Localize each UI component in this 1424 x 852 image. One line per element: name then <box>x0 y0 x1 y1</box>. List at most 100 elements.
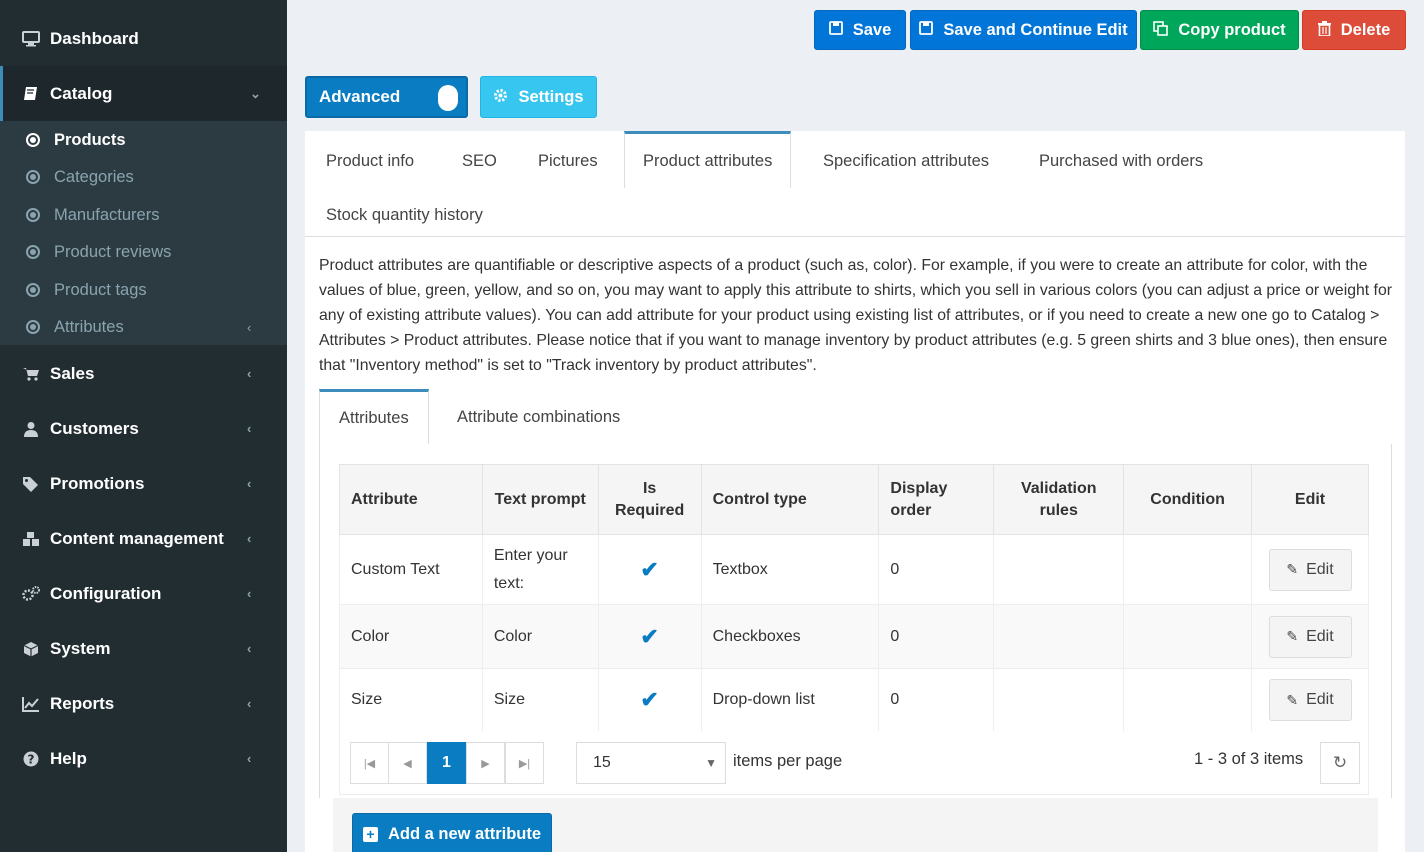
cell-text-prompt: Color <box>481 604 599 669</box>
sidebar-item-label: Reports <box>50 693 115 713</box>
sidebar-item-label: Configuration <box>50 583 162 603</box>
col-attribute[interactable]: Attribute <box>339 464 483 535</box>
cell-control-type: Checkboxes <box>700 604 880 669</box>
cubes-icon <box>21 529 41 549</box>
sidebar-item-reports[interactable]: Reports ‹ <box>0 676 287 731</box>
sidebar-item-customers[interactable]: Customers ‹ <box>0 401 287 456</box>
plus-square-icon: + <box>362 826 378 842</box>
edit-button[interactable]: ✎ Edit <box>1268 679 1352 721</box>
header-line: Display <box>890 479 948 497</box>
circle-icon <box>26 320 40 334</box>
sidebar-item-label: Categories <box>54 167 134 186</box>
sidebar-item-categories[interactable]: Categories <box>0 159 287 195</box>
circle-icon <box>26 133 40 147</box>
tab-product-info[interactable]: Product info <box>326 134 414 189</box>
checkmark-icon: ✔ <box>640 556 659 582</box>
cell-is-required: ✔ <box>597 604 702 669</box>
page-size-value: 15 <box>593 754 611 771</box>
next-page-icon[interactable]: ▶ <box>466 742 505 784</box>
trash-icon <box>1317 20 1331 40</box>
tab-label: Product info <box>326 152 415 170</box>
sidebar-item-help[interactable]: ? Help ‹ <box>0 731 287 786</box>
page-button-1[interactable]: 1 <box>427 742 466 784</box>
items-per-page-label: items per page <box>733 752 843 770</box>
tab-attribute-combinations[interactable]: Attribute combinations <box>457 389 620 445</box>
settings-button[interactable]: Settings <box>480 76 597 118</box>
chevron-left-icon: ‹ <box>247 586 252 601</box>
sidebar-item-dashboard[interactable]: Dashboard <box>0 11 287 66</box>
chevron-left-icon: ‹ <box>247 421 252 436</box>
circle-icon <box>26 283 40 297</box>
col-validation-rules[interactable]: Validation rules <box>993 464 1125 535</box>
save-continue-button[interactable]: Save and Continue Edit <box>910 10 1137 50</box>
sidebar-item-attributes[interactable]: Attributes ‹ <box>0 309 287 345</box>
edit-label: Edit <box>1306 691 1334 708</box>
col-condition[interactable]: Condition <box>1123 464 1253 535</box>
cell-display-order: 0 <box>878 534 995 605</box>
sidebar-item-products[interactable]: Products <box>0 122 287 158</box>
tab-attributes[interactable]: Attributes <box>319 389 429 446</box>
last-page-icon[interactable]: ▶| <box>505 742 544 784</box>
header-line: rules <box>1039 501 1078 519</box>
table-row: Custom Text Enter your text: ✔ Textbox 0 … <box>339 534 1369 605</box>
sidebar-item-product-reviews[interactable]: Product reviews <box>0 234 287 270</box>
tab-stock-quantity-history[interactable]: Stock quantity history <box>326 188 483 243</box>
col-display-order[interactable]: Display order <box>878 464 995 535</box>
table-row: Size Size ✔ Drop-down list 0 ✎ Edit <box>339 668 1369 732</box>
first-page-icon[interactable]: |◀ <box>350 742 389 784</box>
prev-page-icon[interactable]: ◀ <box>388 742 427 784</box>
catalog-submenu: Products Categories Manufacturers Produc… <box>0 121 287 345</box>
add-attribute-label: Add a new attribute <box>387 824 542 843</box>
sidebar: Dashboard Catalog ⌄ Products Categories … <box>0 0 287 852</box>
sidebar-item-catalog[interactable]: Catalog ⌄ <box>0 66 287 121</box>
col-is-required[interactable]: Is Required <box>597 464 702 535</box>
refresh-icon[interactable]: ↻ <box>1320 742 1360 784</box>
add-attribute-button[interactable]: + Add a new attribute <box>352 813 552 852</box>
col-text-prompt[interactable]: Text prompt <box>481 464 599 535</box>
settings-label: Settings <box>518 87 584 106</box>
col-control-type[interactable]: Control type <box>700 464 880 535</box>
checkmark-icon: ✔ <box>640 623 659 649</box>
save-button[interactable]: Save <box>814 10 906 50</box>
edit-button[interactable]: ✎ Edit <box>1268 615 1352 658</box>
tab-seo[interactable]: SEO <box>462 134 497 189</box>
tab-product-attributes[interactable]: Product attributes <box>624 131 792 188</box>
edit-button[interactable]: ✎ Edit <box>1268 548 1352 591</box>
cell-attribute: Custom Text <box>339 534 483 605</box>
tab-label: Pictures <box>538 152 598 170</box>
save-label: Save <box>852 20 892 39</box>
tab-specification-attributes[interactable]: Specification attributes <box>823 134 989 189</box>
prompt-line: text: <box>493 574 525 592</box>
sidebar-item-label: Help <box>50 748 87 768</box>
book-icon <box>21 84 41 104</box>
sidebar-item-label: Content management <box>50 528 224 548</box>
cell-is-required: ✔ <box>597 668 702 732</box>
delete-label: Delete <box>1340 20 1391 39</box>
sidebar-item-label: Catalog <box>50 83 113 103</box>
tab-label: Product attributes <box>643 151 773 170</box>
sidebar-item-promotions[interactable]: Promotions ‹ <box>0 456 287 511</box>
page-size-select[interactable]: 15 ▼ <box>576 742 726 784</box>
tab-purchased-with-orders[interactable]: Purchased with orders <box>1039 134 1203 189</box>
delete-button[interactable]: Delete <box>1302 10 1406 50</box>
copy-product-button[interactable]: Copy product <box>1140 10 1299 50</box>
cell-text-prompt: Enter your text: <box>481 534 599 605</box>
sidebar-item-label: Dashboard <box>50 28 139 48</box>
table-row: Color Color ✔ Checkboxes 0 ✎ Edit <box>339 604 1369 669</box>
sidebar-item-content-management[interactable]: Content management ‹ <box>0 511 287 566</box>
tab-pictures[interactable]: Pictures <box>538 134 598 189</box>
sidebar-item-sales[interactable]: Sales ‹ <box>0 346 287 401</box>
sidebar-item-manufacturers[interactable]: Manufacturers <box>0 197 287 233</box>
header-line: Required <box>614 501 685 519</box>
sidebar-item-system[interactable]: System ‹ <box>0 621 287 676</box>
cell-text-prompt: Size <box>481 668 599 732</box>
sidebar-item-configuration[interactable]: Configuration ‹ <box>0 566 287 621</box>
circle-icon <box>26 208 40 222</box>
circle-icon <box>26 245 40 259</box>
cell-is-required: ✔ <box>597 534 702 605</box>
cell-condition <box>1123 534 1253 605</box>
tab-label: Attribute combinations <box>457 407 621 426</box>
advanced-toggle[interactable]: Advanced <box>305 76 468 118</box>
cell-edit: ✎ Edit <box>1251 668 1369 732</box>
sidebar-item-product-tags[interactable]: Product tags <box>0 272 287 308</box>
